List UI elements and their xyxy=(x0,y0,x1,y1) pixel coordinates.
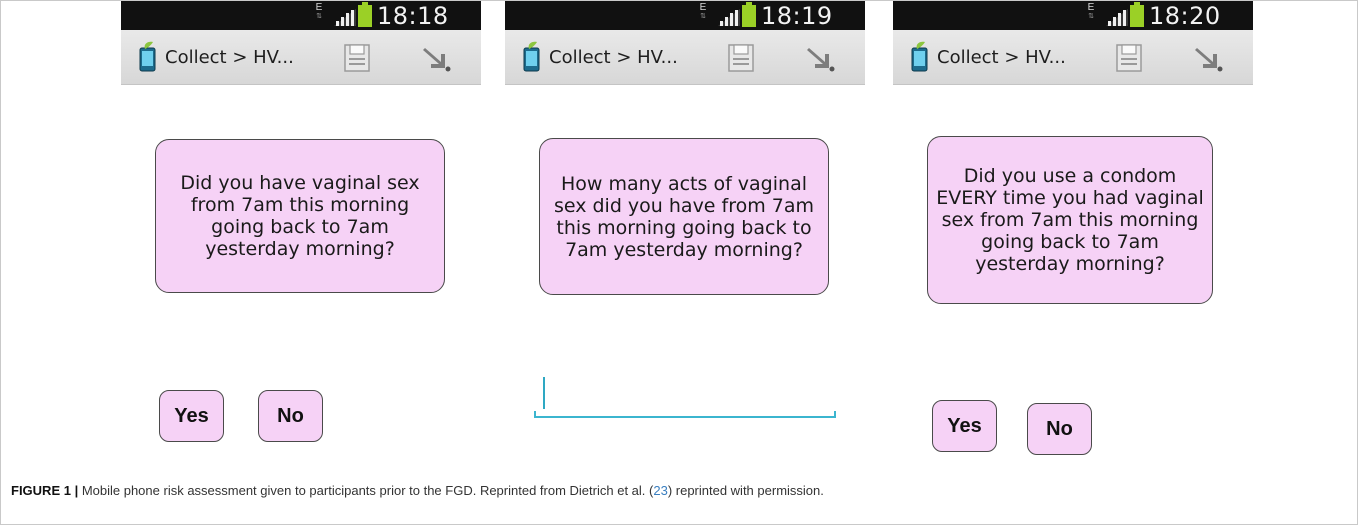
no-button[interactable]: No xyxy=(258,390,323,442)
question-box: Did you have vaginal sex from 7am this m… xyxy=(155,139,445,293)
network-type-label: E xyxy=(699,2,707,13)
save-icon[interactable] xyxy=(1115,43,1143,73)
app-icon xyxy=(139,41,156,72)
input-underline-left-tick xyxy=(534,411,536,418)
save-icon[interactable] xyxy=(343,43,371,73)
action-bar: Collect > HV... xyxy=(893,30,1253,85)
yes-button[interactable]: Yes xyxy=(159,390,224,442)
app-icon xyxy=(523,41,540,72)
network-type-indicator: E ⇅ xyxy=(698,3,708,25)
question-box: Did you use a condom EVERY time you had … xyxy=(927,136,1213,304)
battery-icon xyxy=(1130,2,1144,27)
status-clock: 18:20 xyxy=(1149,2,1221,30)
signal-icon xyxy=(1106,9,1128,26)
network-type-label: E xyxy=(1087,2,1095,13)
data-arrows-icon: ⇅ xyxy=(316,13,322,20)
network-type-label: E xyxy=(315,2,323,13)
question-box: How many acts of vaginal sex did you hav… xyxy=(539,138,829,295)
save-icon[interactable] xyxy=(727,43,755,73)
app-title: Collect > HV... xyxy=(937,47,1066,68)
network-type-indicator: E ⇅ xyxy=(1086,3,1096,25)
action-bar: Collect > HV... xyxy=(121,30,481,85)
battery-icon xyxy=(742,2,756,27)
input-underline-right-tick xyxy=(834,411,836,418)
status-bar: E ⇅ 18:20 xyxy=(893,1,1253,30)
app-icon xyxy=(911,41,928,72)
caption-text: Mobile phone risk assessment given to pa… xyxy=(78,483,654,498)
figure-caption: FIGURE 1 | Mobile phone risk assessment … xyxy=(11,483,824,498)
signal-icon xyxy=(334,9,356,26)
battery-icon xyxy=(358,2,372,27)
caption-text-end: ) reprinted with permission. xyxy=(667,483,824,498)
figure-label: FIGURE 1 | xyxy=(11,483,79,498)
app-title: Collect > HV... xyxy=(549,47,678,68)
text-cursor xyxy=(543,377,545,409)
action-bar: Collect > HV... xyxy=(505,30,865,85)
navigation-arrow-icon[interactable] xyxy=(805,42,837,74)
network-type-indicator: E ⇅ xyxy=(314,3,324,25)
yes-button[interactable]: Yes xyxy=(932,400,997,452)
status-bar: E ⇅ 18:19 xyxy=(505,1,865,30)
status-clock: 18:19 xyxy=(761,2,833,30)
data-arrows-icon: ⇅ xyxy=(1088,13,1094,20)
no-button[interactable]: No xyxy=(1027,403,1092,455)
signal-icon xyxy=(718,9,740,26)
status-clock: 18:18 xyxy=(377,2,449,30)
status-bar: E ⇅ 18:18 xyxy=(121,1,481,30)
app-title: Collect > HV... xyxy=(165,47,294,68)
acts-count-input[interactable] xyxy=(534,374,836,420)
input-underline xyxy=(534,416,836,418)
navigation-arrow-icon[interactable] xyxy=(1193,42,1225,74)
data-arrows-icon: ⇅ xyxy=(700,13,706,20)
reference-link[interactable]: 23 xyxy=(653,483,667,498)
navigation-arrow-icon[interactable] xyxy=(421,42,453,74)
figure-frame: E ⇅ 18:18 Collect > HV... Did you have v… xyxy=(0,0,1358,525)
